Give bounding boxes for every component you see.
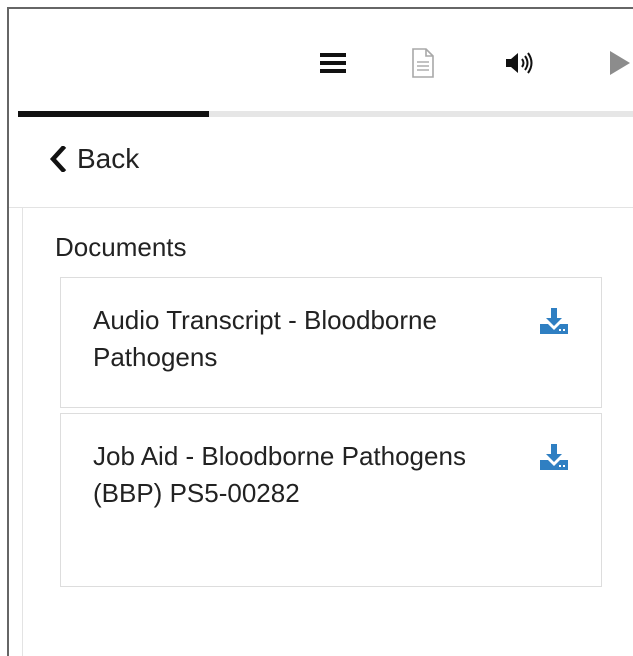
document-button[interactable] — [405, 45, 441, 81]
back-label: Back — [77, 143, 140, 174]
download-icon[interactable] — [539, 307, 569, 335]
document-item: Audio Transcript - Bloodborne Pathogens — [60, 277, 602, 408]
hamburger-menu-icon — [320, 53, 346, 73]
back-button[interactable]: Back — [49, 143, 139, 175]
toolbar — [9, 9, 633, 111]
document-icon — [412, 48, 434, 78]
progress-bar-fill — [18, 111, 209, 117]
download-icon[interactable] — [539, 443, 569, 471]
chevron-left-icon — [49, 146, 67, 172]
speaker-volume-icon — [506, 52, 533, 74]
document-title: Audio Transcript - Bloodborne Pathogens — [93, 305, 437, 372]
app-frame: Back Documents Audio Transcript - Bloodb… — [7, 7, 633, 656]
document-title: Job Aid - Bloodborne Pathogens (BBP) PS5… — [93, 441, 466, 508]
play-icon — [610, 51, 630, 75]
documents-panel: Documents Audio Transcript - Bloodborne … — [22, 208, 633, 656]
document-item: Job Aid - Bloodborne Pathogens (BBP) PS5… — [60, 413, 602, 587]
documents-heading: Documents — [55, 232, 187, 262]
menu-button[interactable] — [315, 45, 351, 81]
audio-button[interactable] — [502, 45, 538, 81]
progress-bar — [18, 111, 633, 117]
play-button[interactable] — [601, 45, 633, 81]
back-row: Back — [9, 119, 633, 208]
